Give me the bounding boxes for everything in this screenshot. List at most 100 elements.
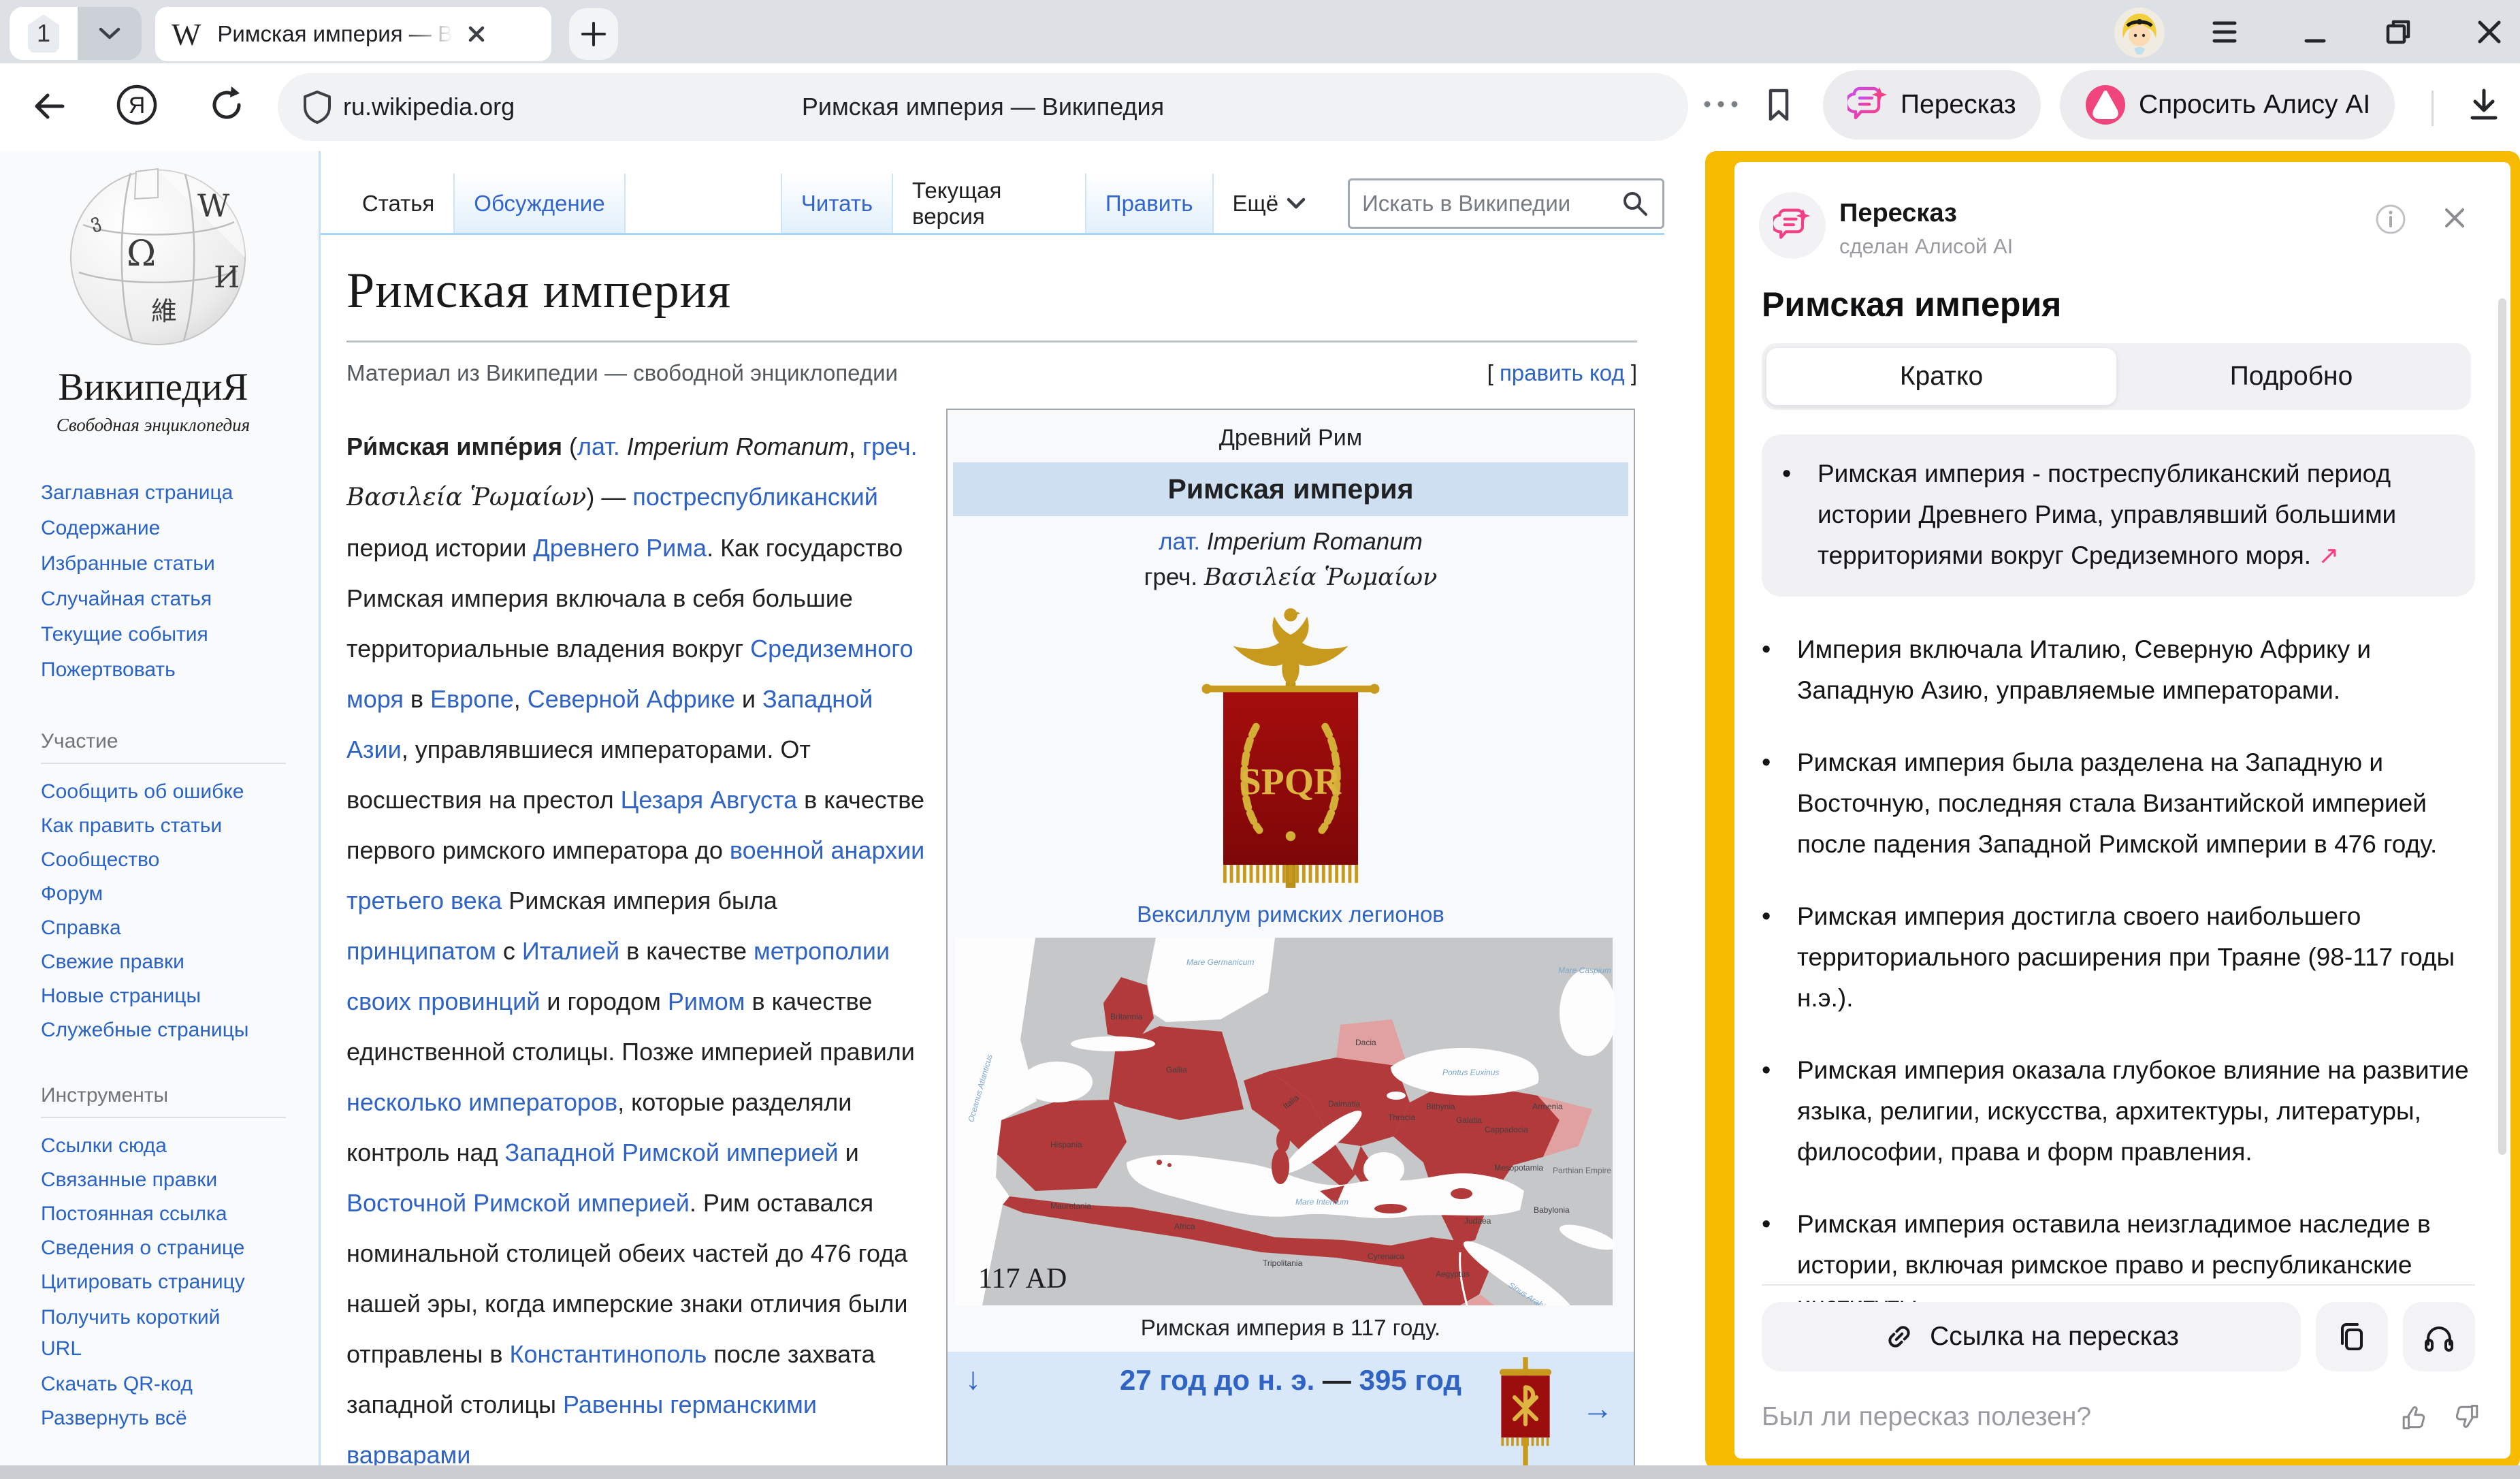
sidebar-item-new-pages[interactable]: Новые страницы [41,979,319,1013]
empire-map[interactable]: Britannia Gallia Hispania Italia Dalmati… [953,938,1628,1305]
panel-scrollbar[interactable] [2498,298,2506,1155]
sidebar-item-report-error[interactable]: Сообщить об ошибке [41,775,319,809]
bullet-text: Римская империя - постреспубликанский пе… [1818,460,2396,569]
sidebar-item-contents[interactable]: Содержание [41,511,319,546]
sidebar-item-expand-all[interactable]: Развернуть всё [41,1401,319,1435]
sidebar-item-what-links-here[interactable]: Ссылки сюда [41,1129,319,1163]
open-source-arrow-icon[interactable]: ↗ [2318,541,2339,569]
sidebar-item-cite-page[interactable]: Цитировать страницу [41,1265,319,1299]
summary-mode-switch: Кратко Подробно [1762,343,2471,410]
svg-text:Ω: Ω [127,234,156,274]
svg-text:Gallia: Gallia [1166,1065,1187,1075]
tab-current-version[interactable]: Текущая версия [893,174,1085,233]
timeline-next-icon[interactable]: → [1582,1390,1613,1427]
infobox-latin-name: лат. Imperium Romanum [953,528,1628,556]
article-area: Статья Обсуждение Читать Текущая версия … [321,151,1705,1469]
page-title: Римская империя — Википедия [278,93,1688,121]
svg-text:Aegyptus: Aegyptus [1436,1269,1470,1279]
sidebar-item-short-url[interactable]: Получить короткий URL [41,1302,265,1365]
svg-text:Galatia: Galatia [1456,1115,1482,1125]
restore-icon[interactable] [2382,16,2414,48]
sidebar-item-page-info[interactable]: Сведения о странице [41,1231,319,1265]
sidebar-item-forum[interactable]: Форум [41,877,319,911]
tab-article[interactable]: Статья [343,174,453,233]
close-window-icon[interactable] [2474,16,2505,48]
svg-text:Bithynia: Bithynia [1426,1102,1455,1111]
menu-icon[interactable] [2209,16,2240,48]
svg-text:Cappadocia: Cappadocia [1485,1125,1528,1134]
new-tab-button[interactable] [569,8,618,60]
panel-title: Пересказ [1839,199,1957,228]
wiki-search-input[interactable]: Искать в Википедии [1348,178,1664,229]
downloads-icon[interactable] [2463,84,2505,126]
more-actions-icon[interactable] [1700,97,1741,111]
svg-text:Judaea: Judaea [1464,1216,1491,1226]
svg-text:Mauretania: Mauretania [1050,1201,1091,1211]
vexillum-image[interactable]: SPQR [1192,603,1389,896]
toolbar-divider [2432,91,2434,126]
wikipedia-tagline: Свободная энциклопедия [41,415,265,436]
sidebar-item-donate[interactable]: Пожертвовать [41,652,319,688]
tab-edit[interactable]: Править [1085,174,1214,233]
svg-text:Я: Я [129,93,146,118]
tab-talk[interactable]: Обсуждение [453,174,625,233]
sidebar-item-current-events[interactable]: Текущие события [41,617,319,652]
sidebar-item-random[interactable]: Случайная статья [41,582,319,617]
minimize-icon[interactable] [2299,16,2331,48]
tab-strip: 1 W Римская империя — В [0,0,2520,63]
yandex-icon[interactable]: Я [114,82,159,127]
tab-brief[interactable]: Кратко [1766,348,2116,405]
tab-list-chevron-icon[interactable] [78,7,142,60]
labarum-image[interactable] [1496,1357,1555,1466]
retell-panel: Пересказ сделан Алисой AI Римская импери… [1734,162,2510,1459]
bookmark-icon[interactable] [1759,85,1798,125]
svg-text:Pontus Euxinus: Pontus Euxinus [1442,1068,1499,1077]
sidebar-item-special-pages[interactable]: Служебные страницы [41,1013,319,1047]
infobox-name: Римская империя [953,462,1628,516]
copy-link-button[interactable]: Ссылка на пересказ [1762,1302,2301,1371]
panel-heading: Римская империя [1762,285,2061,324]
headphones-icon [2422,1320,2456,1354]
sidebar-item-related-changes[interactable]: Связанные правки [41,1163,319,1197]
tab-title: Римская империя — В [217,21,453,47]
svg-text:Armenia: Armenia [1532,1102,1563,1111]
infobox-timeline: ↓ 27 год до н. э. — 395 год [948,1352,1634,1469]
tab-detailed[interactable]: Подробно [2116,348,2466,405]
bullet-highlighted[interactable]: • Римская империя - постреспубликанский … [1762,434,2475,597]
wikipedia-wordmark: ВикипедиЯ [41,365,265,409]
panel-close-icon[interactable] [2440,203,2470,233]
thumbs-up-icon[interactable] [2397,1401,2429,1433]
tab-close-icon[interactable] [465,22,488,46]
address-bar[interactable]: ru.wikipedia.org Римская империя — Викип… [278,73,1688,141]
reload-icon[interactable] [204,82,249,127]
retell-chip[interactable]: Пересказ [1823,70,2041,140]
thumbs-down-icon[interactable] [2452,1401,2483,1433]
avatar[interactable] [2114,7,2165,59]
tab-more[interactable]: Ещё [1214,174,1325,233]
tab-counter[interactable]: 1 [10,7,142,60]
sidebar-item-featured[interactable]: Избранные статьи [41,546,319,582]
sidebar-item-recent-changes[interactable]: Свежие правки [41,945,319,979]
copy-text-button[interactable] [2316,1302,2388,1371]
wikipedia-globe-logo[interactable]: Ω W И 維 ვ [56,157,319,361]
sidebar-item-qr-code[interactable]: Скачать QR-код [41,1367,319,1401]
sidebar-item-community[interactable]: Сообщество [41,843,319,877]
infobox-greek-name: греч. Βασιλεία Ῥωμαίων [953,564,1628,591]
sidebar-item-main[interactable]: Заглавная страница [41,475,319,511]
sidebar-participation-list: Сообщить об ошибке Как править статьи Со… [41,775,319,1047]
sidebar-item-help[interactable]: Справка [41,911,319,945]
edit-source-anchor[interactable]: править код [1500,360,1625,385]
sidebar-item-how-to-edit[interactable]: Как править статьи [41,809,319,843]
tab-count-badge: 1 [10,7,78,60]
sidebar-divider [41,1117,286,1118]
browser-tab[interactable]: W Римская империя — В [155,7,551,61]
map-caption: Римская империя в 117 году. [953,1305,1628,1348]
ask-alice-chip[interactable]: Спросить Алису AI [2060,70,2395,140]
browser-toolbar: Я ru.wikipedia.org Римская империя — Вик… [0,63,2520,151]
panel-subtitle: сделан Алисой AI [1839,234,2013,259]
info-icon[interactable] [2374,203,2407,236]
back-icon[interactable] [29,85,71,127]
sidebar-item-permanent-link[interactable]: Постоянная ссылка [41,1197,319,1231]
tab-read[interactable]: Читать [781,174,893,233]
listen-button[interactable] [2403,1302,2475,1371]
